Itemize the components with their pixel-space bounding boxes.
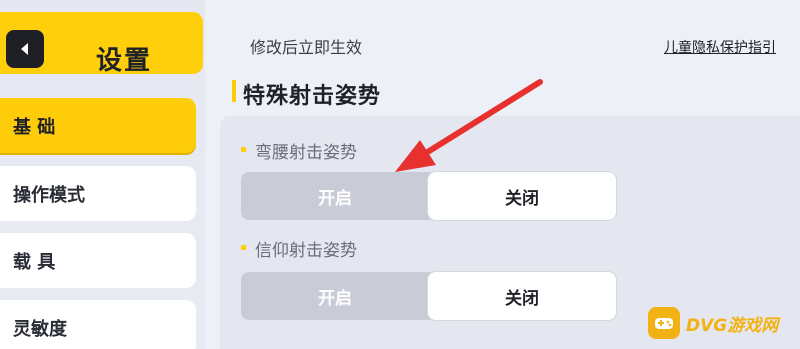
gamepad-icon [648, 307, 680, 339]
annotation-arrow-icon [395, 79, 543, 172]
watermark-text: DVG游戏网 [686, 315, 779, 336]
watermark: DVG游戏网 [648, 302, 796, 344]
